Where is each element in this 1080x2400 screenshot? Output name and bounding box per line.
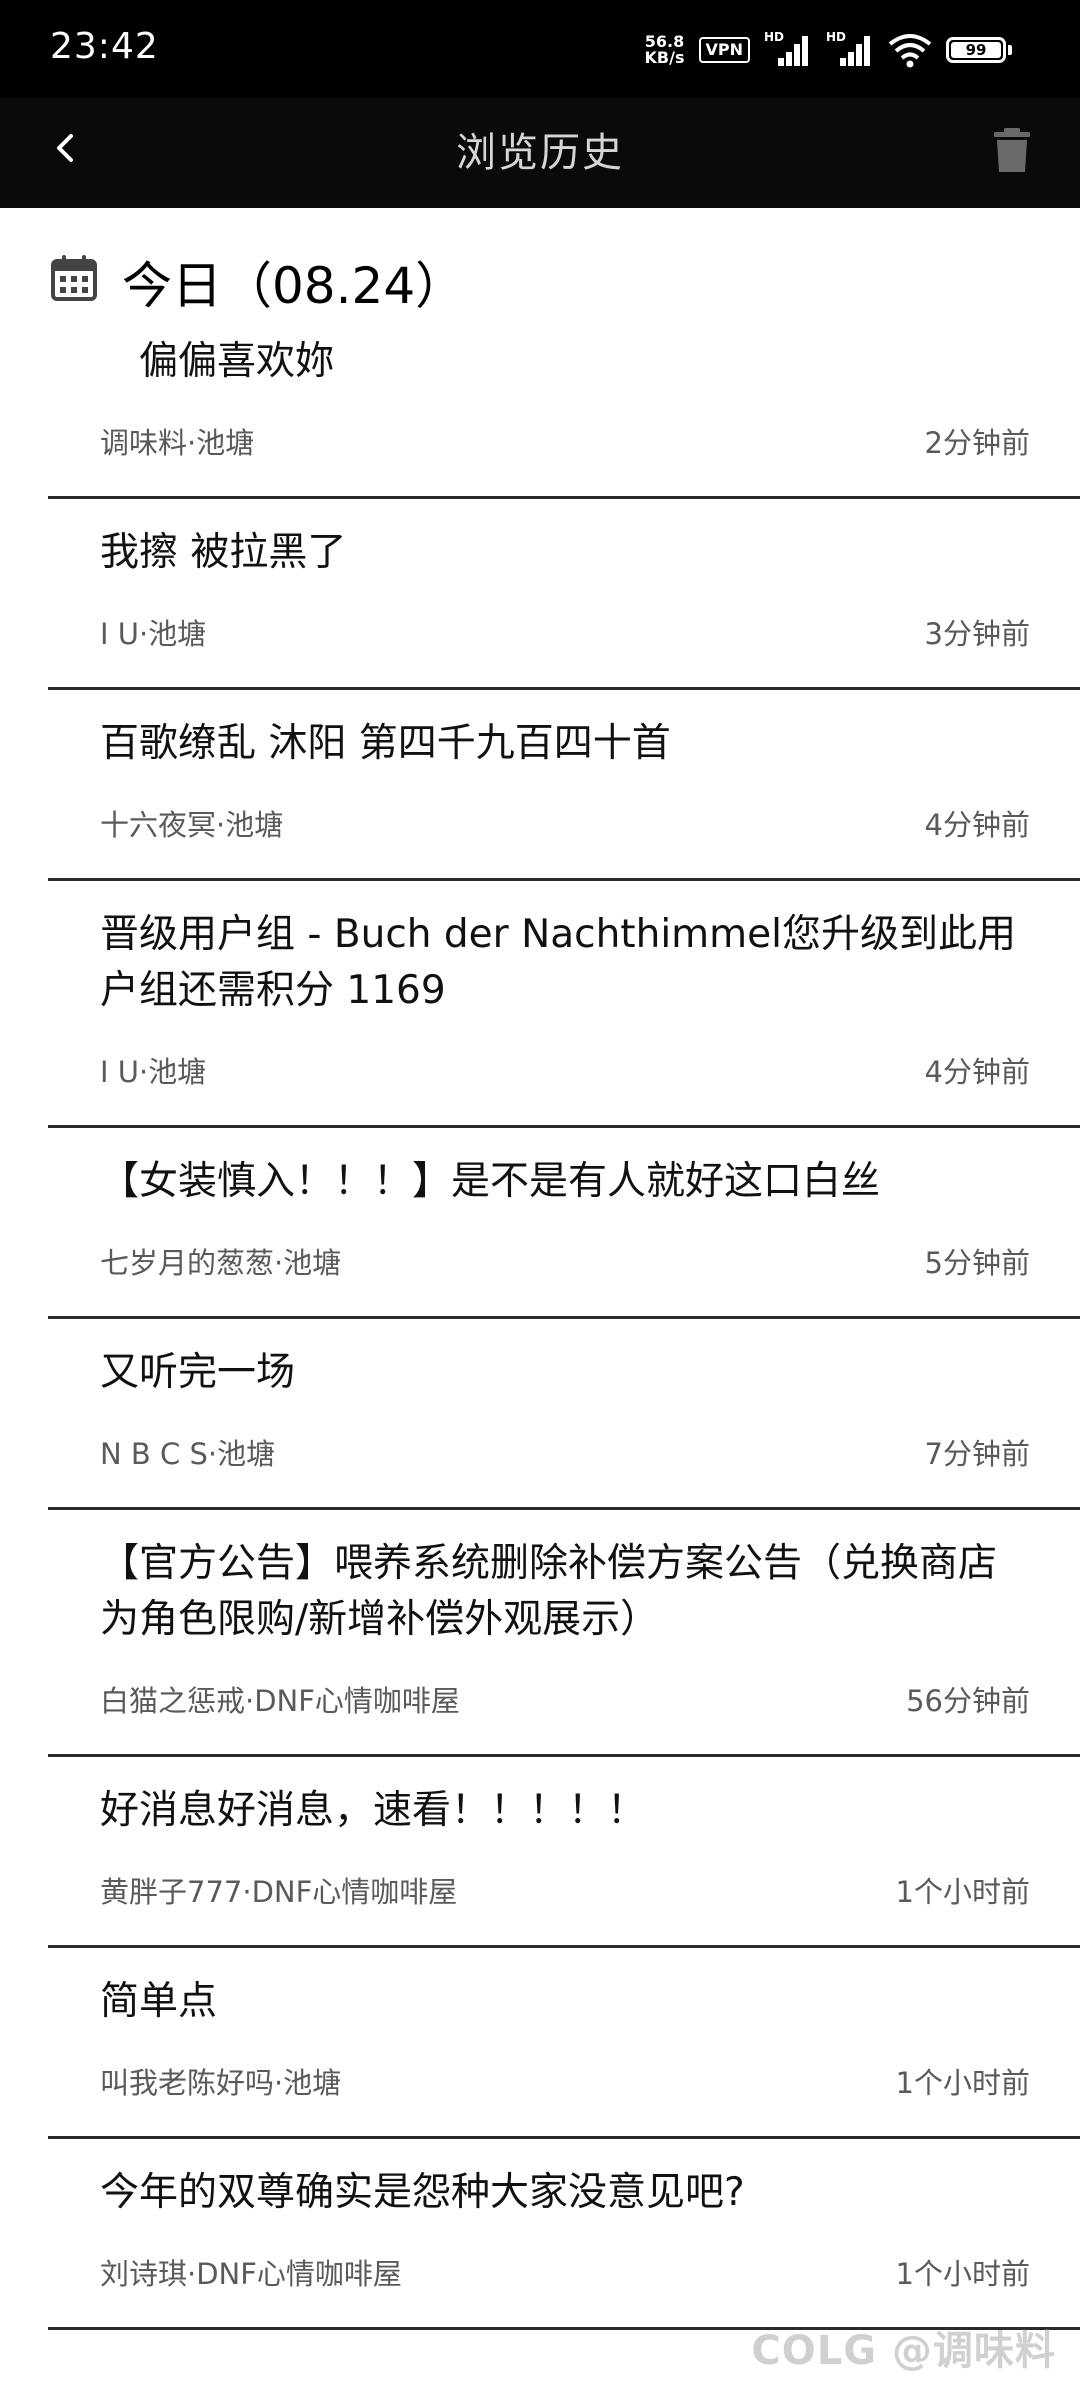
history-item-source: 调味料·池塘 bbox=[100, 426, 255, 460]
history-item-time: 1个小时前 bbox=[895, 1875, 1030, 1909]
history-item[interactable]: 偏偏喜欢妳 调味料·池塘 2分钟前 bbox=[48, 308, 1080, 499]
watermark: COLG @调味料 bbox=[751, 2328, 1056, 2374]
network-speed: 56.8 KB/s bbox=[645, 34, 685, 66]
history-item-title: 百歌缭乱 沐阳 第四千九百四十首 bbox=[100, 721, 671, 766]
history-list: 偏偏喜欢妳 调味料·池塘 2分钟前 我擦 被拉黑了 I U·池塘 3分钟前 百歌… bbox=[0, 308, 1080, 2330]
history-item-time: 1个小时前 bbox=[895, 2066, 1030, 2100]
history-content: 今日（08.24） 偏偏喜欢妳 调味料·池塘 2分钟前 我擦 被拉黑了 I U·… bbox=[0, 208, 1080, 2330]
vpn-icon: VPN bbox=[698, 37, 750, 63]
history-item-source: 白猫之惩戒·DNF心情咖啡屋 bbox=[100, 1684, 460, 1718]
wifi-icon bbox=[888, 34, 932, 68]
history-item-time: 1个小时前 bbox=[895, 2257, 1030, 2291]
history-item-title: 今年的双尊确实是怨种大家没意见吧? bbox=[100, 2170, 745, 2215]
history-item-title: 又听完一场 bbox=[100, 1350, 296, 1395]
history-item[interactable]: 好消息好消息，速看！！！！！ 黄胖子777·DNF心情咖啡屋 1个小时前 bbox=[48, 1757, 1080, 1948]
page-title: 浏览历史 bbox=[456, 130, 624, 176]
cell-signal-2-icon: HD bbox=[826, 30, 874, 68]
status-bar: 23:42 56.8 KB/s VPN HD HD 99 bbox=[0, 0, 1080, 98]
status-icons: 56.8 KB/s VPN HD HD 99 bbox=[645, 30, 1012, 70]
history-item-meta: 调味料·池塘 2分钟前 bbox=[100, 420, 1030, 466]
nav-bar: 浏览历史 bbox=[0, 98, 1080, 208]
history-item-title: 简单点 bbox=[100, 1979, 218, 2024]
history-item-source: 十六夜冥·池塘 bbox=[100, 808, 284, 842]
network-speed-unit: KB/s bbox=[644, 48, 685, 67]
history-item-time: 3分钟前 bbox=[924, 617, 1030, 651]
signal-2-hd-label: HD bbox=[826, 30, 847, 44]
history-item-title: 好消息好消息，速看！！！！！ bbox=[100, 1788, 647, 1833]
battery-icon: 99 bbox=[946, 37, 1012, 63]
history-item[interactable]: 【女装慎入！！！】是不是有人就好这口白丝 七岁月的葱葱·池塘 5分钟前 bbox=[48, 1128, 1080, 1319]
signal-hd-label: HD bbox=[764, 30, 785, 44]
calendar-icon bbox=[51, 255, 97, 301]
history-item-meta: I U·池塘 3分钟前 bbox=[100, 611, 1030, 657]
history-item-time: 2分钟前 bbox=[924, 426, 1030, 460]
history-item-source: 叫我老陈好吗·池塘 bbox=[100, 2066, 342, 2100]
history-item[interactable]: 【官方公告】喂养系统删除补偿方案公告（兑换商店为角色限购/新增补偿外观展示） 白… bbox=[48, 1510, 1080, 1757]
status-time: 23:42 bbox=[50, 26, 159, 67]
history-item-meta: N B C S·池塘 7分钟前 bbox=[100, 1431, 1030, 1477]
trash-icon bbox=[994, 128, 1030, 172]
history-item-meta: 叫我老陈好吗·池塘 1个小时前 bbox=[100, 2060, 1030, 2106]
history-item-meta: 刘诗琪·DNF心情咖啡屋 1个小时前 bbox=[100, 2251, 1030, 2297]
history-item-meta: 十六夜冥·池塘 4分钟前 bbox=[100, 802, 1030, 848]
history-item[interactable]: 我擦 被拉黑了 I U·池塘 3分钟前 bbox=[48, 499, 1080, 690]
history-item-source: I U·池塘 bbox=[100, 617, 207, 651]
history-item[interactable]: 又听完一场 N B C S·池塘 7分钟前 bbox=[48, 1319, 1080, 1510]
history-item-source: 黄胖子777·DNF心情咖啡屋 bbox=[100, 1875, 458, 1909]
history-item[interactable]: 晋级用户组 - Buch der Nachthimmel您升级到此用户组还需积分… bbox=[48, 881, 1080, 1128]
history-item-time: 5分钟前 bbox=[924, 1246, 1030, 1280]
history-item-meta: 七岁月的葱葱·池塘 5分钟前 bbox=[100, 1240, 1030, 1286]
history-item-time: 4分钟前 bbox=[924, 808, 1030, 842]
history-item-meta: 白猫之惩戒·DNF心情咖啡屋 56分钟前 bbox=[100, 1678, 1030, 1724]
history-item-title: 偏偏喜欢妳 bbox=[100, 339, 335, 384]
clear-history-button[interactable] bbox=[984, 120, 1040, 180]
history-item-source: I U·池塘 bbox=[100, 1055, 207, 1089]
history-item-meta: I U·池塘 4分钟前 bbox=[100, 1049, 1030, 1095]
history-item-time: 56分钟前 bbox=[906, 1684, 1030, 1718]
history-item-source: 刘诗琪·DNF心情咖啡屋 bbox=[100, 2257, 402, 2291]
history-item-title: 【官方公告】喂养系统删除补偿方案公告（兑换商店为角色限购/新增补偿外观展示） bbox=[100, 1541, 998, 1642]
history-item-title: 晋级用户组 - Buch der Nachthimmel您升级到此用户组还需积分… bbox=[100, 912, 1016, 1013]
history-item[interactable]: 百歌缭乱 沐阳 第四千九百四十首 十六夜冥·池塘 4分钟前 bbox=[48, 690, 1080, 881]
history-item-title: 我擦 被拉黑了 bbox=[100, 530, 347, 575]
history-item[interactable]: 简单点 叫我老陈好吗·池塘 1个小时前 bbox=[48, 1948, 1080, 2139]
history-item-meta: 黄胖子777·DNF心情咖啡屋 1个小时前 bbox=[100, 1869, 1030, 1915]
history-item-time: 7分钟前 bbox=[924, 1437, 1030, 1471]
history-item-time: 4分钟前 bbox=[924, 1055, 1030, 1089]
history-item[interactable]: 今年的双尊确实是怨种大家没意见吧? 刘诗琪·DNF心情咖啡屋 1个小时前 bbox=[48, 2139, 1080, 2330]
battery-level: 99 bbox=[951, 42, 1001, 58]
date-header: 今日（08.24） bbox=[0, 208, 1080, 315]
cell-signal-icon: HD bbox=[764, 30, 812, 68]
history-item-title: 【女装慎入！！！】是不是有人就好这口白丝 bbox=[100, 1159, 881, 1204]
history-item-source: N B C S·池塘 bbox=[100, 1437, 276, 1471]
history-item-source: 七岁月的葱葱·池塘 bbox=[100, 1246, 342, 1280]
